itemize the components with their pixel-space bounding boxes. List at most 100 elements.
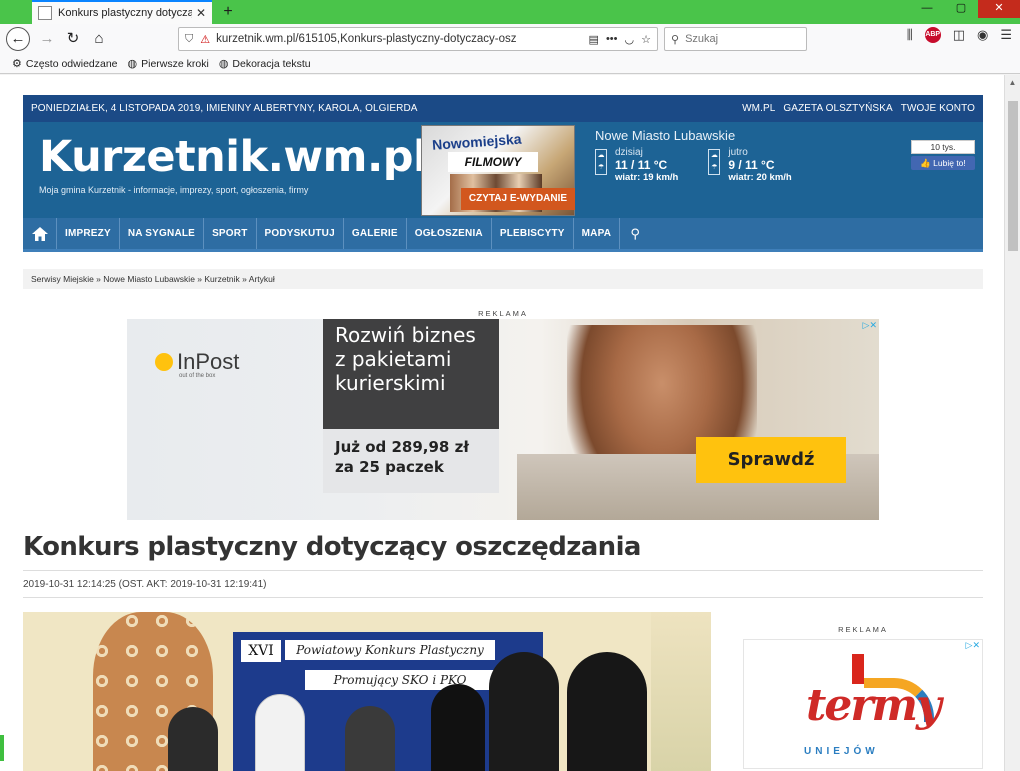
- globe-icon: ◍: [127, 58, 138, 70]
- search-input[interactable]: [685, 33, 796, 45]
- article-dates: 2019-10-31 12:14:25 (OST. AKT: 2019-10-3…: [23, 579, 267, 590]
- new-tab-button[interactable]: +: [218, 2, 238, 22]
- weather-widget: Nowe Miasto Lubawskie ☁ ☂ dzisiaj 11 / 11…: [595, 128, 895, 183]
- home-icon: [31, 226, 48, 241]
- search-icon: ⚲: [671, 33, 680, 46]
- back-button[interactable]: ←: [6, 27, 30, 51]
- maximize-button[interactable]: ▢: [944, 0, 978, 18]
- weather-icon: ☁ ☂: [595, 149, 607, 175]
- ad-choices-icon[interactable]: ▷✕: [966, 640, 980, 651]
- minimize-button[interactable]: —: [910, 0, 944, 18]
- home-button[interactable]: ⌂: [86, 26, 112, 52]
- ereader-button[interactable]: CZYTAJ E-WYDANIE: [461, 188, 575, 210]
- nav-podyskutuj[interactable]: PODYSKUTUJ: [257, 218, 344, 249]
- nav-imprezy[interactable]: IMPREZY: [57, 218, 120, 249]
- toolbar-icons: ⫼ ABP ◫ ◉ ☰: [907, 27, 1012, 43]
- photo-person: [168, 707, 218, 771]
- inpost-logo: InPost out of the box: [155, 349, 239, 379]
- shield-icon[interactable]: ⛉: [185, 33, 193, 46]
- site-logo[interactable]: Kurzetnik.wm.pl: [39, 132, 428, 182]
- main-nav: IMPREZY NA SYGNALE SPORT PODYSKUTUJ GALE…: [23, 218, 983, 252]
- scroll-thumb[interactable]: [1008, 101, 1018, 251]
- close-tab-icon[interactable]: ✕: [196, 6, 206, 20]
- reload-button[interactable]: ↻: [60, 26, 86, 52]
- sun-icon: [155, 353, 173, 371]
- globe-icon: ◍: [218, 58, 229, 70]
- browser-toolbar: ← → ↻ ⌂ ⛉ ⚠ kurzetnik.wm.pl/615105,Konku…: [0, 24, 1020, 54]
- window-controls: — ▢ ✕: [910, 0, 1020, 18]
- reader-view-icon[interactable]: ▤: [589, 33, 599, 46]
- gear-icon: ⚙: [12, 58, 22, 70]
- photo-person: [567, 652, 647, 771]
- photo-sign: XVI: [241, 640, 281, 662]
- termy-logo: termy: [806, 680, 942, 731]
- facebook-like-box: 10 tys. 👍 Lubię to!: [911, 140, 975, 170]
- library-icon[interactable]: ⫼: [907, 27, 913, 43]
- photo-banner: Powiatowy Konkurs Plastyczny: [285, 640, 495, 660]
- date-line: PONIEDZIAŁEK, 4 LISTOPADA 2019, IMIENINY…: [31, 103, 418, 114]
- photo-person: [489, 652, 559, 771]
- weather-tomorrow: ☁ ☂ jutro 9 / 11 °C wiatr: 20 km/h: [708, 147, 792, 183]
- article-title: Konkurs plastyczny dotyczący oszczędzani…: [23, 532, 641, 562]
- page-actions-icon[interactable]: •••: [606, 33, 618, 45]
- nav-plebiscyty[interactable]: PLEBISCYTY: [492, 218, 574, 249]
- ad-headline: Rozwiń biznes z pakietami kurierskimi: [335, 323, 476, 395]
- menu-icon[interactable]: ☰: [1000, 27, 1012, 43]
- window-edge: [0, 735, 4, 761]
- like-button[interactable]: 👍 Lubię to!: [911, 156, 975, 170]
- photo-person: [431, 684, 485, 771]
- site-container: PONIEDZIAŁEK, 4 LISTOPADA 2019, IMIENINY…: [23, 95, 983, 771]
- url-bar[interactable]: ⛉ ⚠ kurzetnik.wm.pl/615105,Konkurs-plast…: [178, 27, 658, 51]
- masthead: Kurzetnik.wm.pl Moja gmina Kurzetnik - i…: [23, 122, 983, 218]
- divider: [23, 597, 983, 598]
- weather-today: ☁ ☂ dzisiaj 11 / 11 °C wiatr: 19 km/h: [595, 147, 678, 183]
- ad-label: REKLAMA: [478, 309, 528, 318]
- nav-sport[interactable]: SPORT: [204, 218, 257, 249]
- tab-title: Konkurs plastyczny dotyczący oszczędzani…: [58, 7, 192, 19]
- ad-cta-button[interactable]: Sprawdź: [696, 437, 846, 483]
- cover-title: Nowomiejska: [431, 130, 522, 153]
- link-wmpl[interactable]: WM.PL: [742, 103, 775, 114]
- photo-person: [345, 706, 395, 771]
- weather-icon: ☁ ☂: [708, 149, 721, 175]
- forward-button[interactable]: →: [34, 26, 60, 52]
- top-links: WM.PL GAZETA OLSZTYŃSKA TWOJE KONTO: [742, 103, 975, 114]
- pocket-icon[interactable]: ◡: [625, 33, 635, 46]
- ad-label: REKLAMA: [838, 625, 888, 634]
- site-tagline: Moja gmina Kurzetnik - informacje, impre…: [39, 185, 309, 195]
- bookmark-item[interactable]: ◍ Pierwsze kroki: [127, 57, 209, 71]
- link-account[interactable]: TWOJE KONTO: [901, 103, 975, 114]
- bookmark-item[interactable]: ◍ Dekoracja tekstu: [218, 57, 311, 71]
- nav-mapa[interactable]: MAPA: [574, 218, 621, 249]
- link-gazeta[interactable]: GAZETA OLSZTYŃSKA: [783, 103, 892, 114]
- bookmark-item[interactable]: ⚙ Często odwiedzane: [12, 57, 118, 71]
- like-count: 10 tys.: [911, 140, 975, 154]
- search-bar[interactable]: ⚲: [664, 27, 807, 51]
- ad-choices-icon[interactable]: ▷✕: [863, 320, 877, 331]
- article-photo[interactable]: XVI Powiatowy Konkurs Plastyczny Promują…: [23, 612, 711, 771]
- nav-na-sygnale[interactable]: NA SYGNALE: [120, 218, 205, 249]
- termy-place: UNIEJÓW: [804, 746, 879, 757]
- adblock-icon[interactable]: ABP: [924, 27, 941, 43]
- breadcrumb[interactable]: Serwisy Miejskie » Nowe Miasto Lubawskie…: [23, 269, 983, 289]
- page-favicon-icon: [38, 6, 52, 20]
- nav-galerie[interactable]: GALERIE: [344, 218, 407, 249]
- scroll-up-icon[interactable]: ▲: [1005, 75, 1020, 91]
- termy-ad-banner[interactable]: ▷✕ termy UNIEJÓW: [743, 639, 983, 769]
- cover-headline: FILMOWY OBRAZ: [448, 152, 538, 189]
- page-scrollbar[interactable]: ▲: [1004, 75, 1020, 771]
- bookmark-star-icon[interactable]: ☆: [641, 33, 651, 46]
- ad-headline-box: Rozwiń biznes z pakietami kurierskimi: [323, 319, 499, 429]
- inpost-ad-banner[interactable]: ▷✕ InPost out of the box Rozwiń biznes z…: [127, 319, 879, 520]
- sidebar-icon[interactable]: ◫: [953, 27, 965, 43]
- url-text[interactable]: kurzetnik.wm.pl/615105,Konkurs-plastyczn…: [216, 33, 581, 45]
- insecure-icon[interactable]: ⚠: [200, 33, 210, 46]
- account-icon[interactable]: ◉: [977, 27, 988, 43]
- site-search-icon[interactable]: ⚲: [620, 218, 650, 249]
- close-window-button[interactable]: ✕: [978, 0, 1020, 18]
- nav-ogloszenia[interactable]: OGŁOSZENIA: [407, 218, 492, 249]
- active-tab[interactable]: Konkurs plastyczny dotyczący oszczędzani…: [32, 0, 212, 24]
- weather-city: Nowe Miasto Lubawskie: [595, 128, 736, 143]
- photo-plant: [651, 612, 711, 771]
- home-nav-button[interactable]: [23, 218, 57, 249]
